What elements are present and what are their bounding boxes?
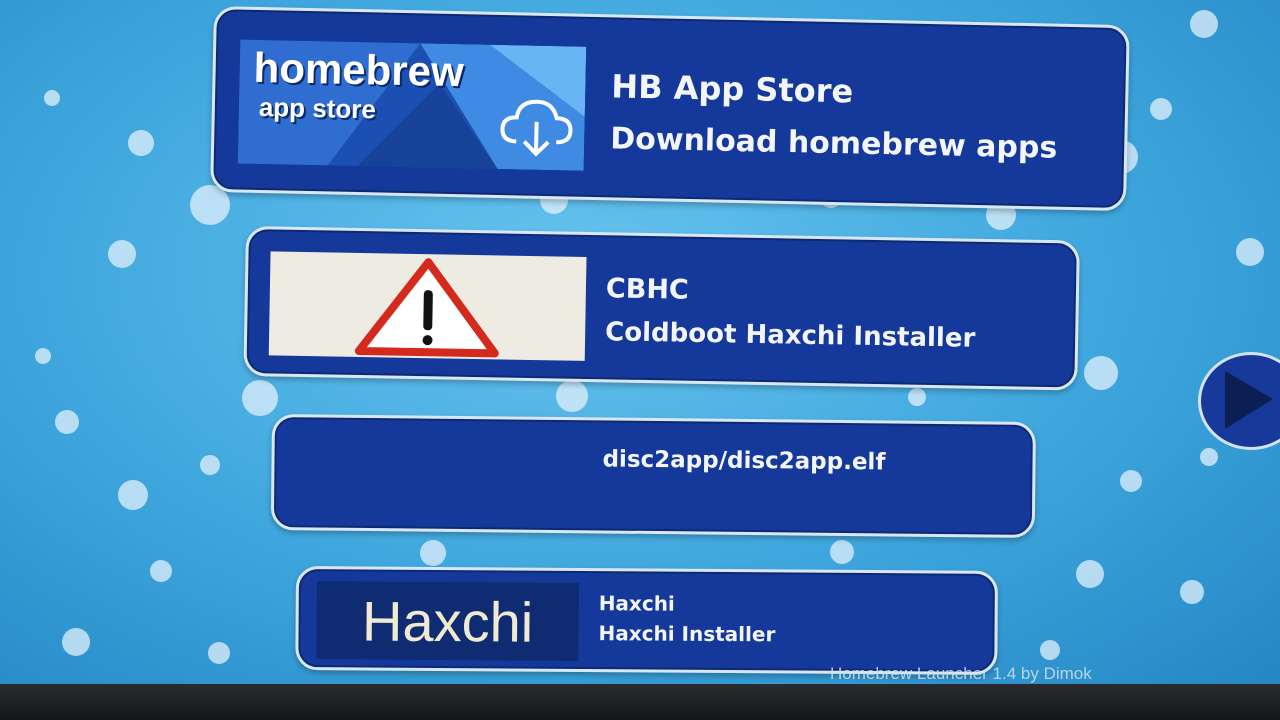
bubble-decoration (44, 90, 60, 106)
app-title: HB App Store (611, 67, 854, 111)
bubble-decoration (62, 628, 90, 656)
bubble-decoration (1076, 560, 1104, 588)
bubble-decoration (1236, 238, 1264, 266)
app-card-hb-app-store[interactable]: homebrew app store HB App Store Download… (210, 6, 1130, 212)
app-subtitle: Haxchi Installer (598, 621, 776, 647)
bubble-decoration (208, 642, 230, 664)
app-title: Haxchi (598, 591, 675, 616)
cloud-download-icon (500, 99, 573, 157)
app-card-cbhc[interactable]: CBHC Coldboot Haxchi Installer (243, 226, 1080, 391)
tv-bezel (0, 684, 1280, 720)
bubble-decoration (1120, 470, 1142, 492)
bubble-decoration (1084, 356, 1118, 390)
bubble-decoration (908, 388, 926, 406)
warning-triangle-icon (268, 251, 587, 361)
haxchi-logo-text: Haxchi (361, 588, 534, 654)
play-arrow-icon (1225, 371, 1273, 429)
homebrew-app-store-icon: homebrew app store (237, 39, 587, 171)
app-title: CBHC (605, 273, 690, 306)
bubble-decoration (242, 380, 278, 416)
launcher-screen: homebrew app store HB App Store Download… (0, 0, 1280, 686)
bubble-decoration (150, 560, 172, 582)
bubble-decoration (420, 540, 446, 566)
bubble-decoration (118, 480, 148, 510)
app-title: disc2app/disc2app.elf (602, 446, 886, 476)
brand-text-sub: app store (258, 91, 377, 125)
haxchi-icon: Haxchi (316, 581, 579, 661)
bubble-decoration (1200, 448, 1218, 466)
bubble-decoration (108, 240, 136, 268)
brand-text-main: homebrew (253, 43, 465, 96)
next-page-button[interactable] (1198, 352, 1280, 450)
bubble-decoration (1040, 640, 1060, 660)
bubble-decoration (200, 455, 220, 475)
bubble-decoration (1150, 98, 1172, 120)
bubble-decoration (1190, 10, 1218, 38)
app-card-disc2app[interactable]: disc2app/disc2app.elf (270, 414, 1036, 538)
app-subtitle: Download homebrew apps (609, 121, 1058, 166)
bubble-decoration (1180, 580, 1204, 604)
bubble-decoration (35, 348, 51, 364)
app-subtitle: Coldboot Haxchi Installer (604, 317, 976, 354)
bubble-decoration (556, 380, 588, 412)
app-card-haxchi[interactable]: Haxchi Haxchi Haxchi Installer (295, 566, 998, 675)
bubble-decoration (128, 130, 154, 156)
footer-version-text: Homebrew Launcher 1.4 by Dimok (830, 664, 1092, 683)
warning-sign-graphic (354, 258, 499, 358)
bubble-decoration (55, 410, 79, 434)
bubble-decoration (830, 540, 854, 564)
